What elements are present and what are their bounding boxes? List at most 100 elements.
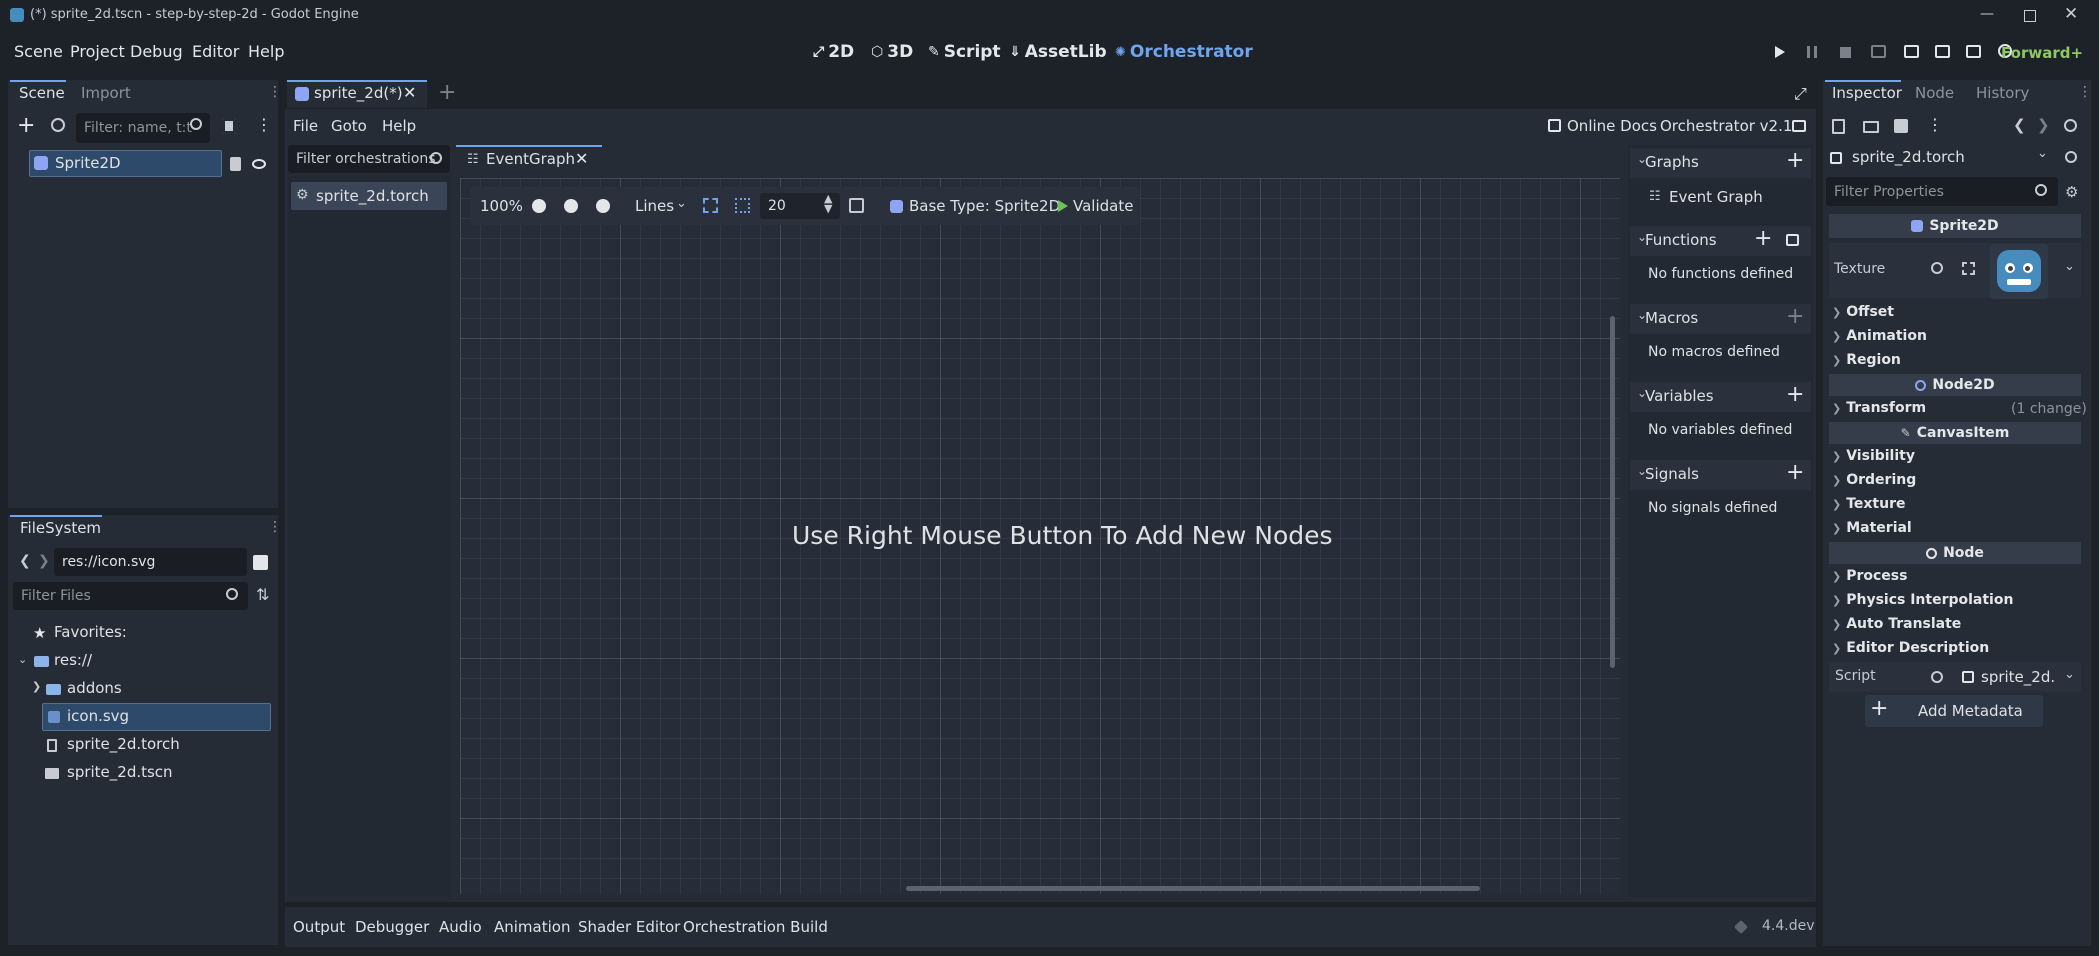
texture-options-icon[interactable]: [1962, 262, 1975, 275]
online-docs-link[interactable]: Online Docs: [1567, 117, 1657, 135]
expand-addons-icon[interactable]: ❯: [32, 680, 41, 693]
snap-grid-icon[interactable]: [735, 198, 750, 213]
bottom-tab-audio[interactable]: Audio: [439, 918, 482, 936]
group-animation[interactable]: ❯ Animation: [1832, 328, 1927, 344]
engine-version[interactable]: 4.4.dev: [1762, 918, 1815, 934]
minimap-icon[interactable]: [849, 198, 864, 213]
inspector-dock-menu-icon[interactable]: ⋮: [2078, 84, 2092, 100]
tab-import[interactable]: Import: [81, 84, 131, 102]
movie-maker-icon[interactable]: [1966, 45, 1981, 58]
close-icon[interactable]: ✕: [2064, 4, 2078, 24]
validate-button[interactable]: Validate: [1073, 197, 1133, 215]
split-view-icon[interactable]: [253, 555, 268, 570]
workspace-orchestrator-button[interactable]: ✺ Orchestrator: [1115, 42, 1253, 62]
object-history-icon[interactable]: [2064, 119, 2077, 132]
open-resource-icon[interactable]: [1863, 121, 1879, 133]
add-graph-icon[interactable]: +: [1786, 148, 1804, 173]
zoom-reset-icon[interactable]: [564, 199, 578, 213]
orch-filter-input[interactable]: Filter orchestrations: [288, 145, 450, 173]
stop-icon[interactable]: [1840, 47, 1851, 58]
group-offset[interactable]: ❯ Offset: [1832, 304, 1894, 320]
zoom-out-icon[interactable]: [532, 199, 546, 213]
resource-name[interactable]: sprite_2d.torch: [1852, 148, 1965, 166]
override-function-icon[interactable]: [1786, 234, 1799, 246]
bottom-tab-animation[interactable]: Animation: [494, 918, 570, 936]
toggle-grid-icon[interactable]: [703, 198, 718, 213]
menu-project[interactable]: Project: [70, 42, 125, 61]
add-function-icon[interactable]: +: [1754, 226, 1772, 251]
fs-tree-item-torch[interactable]: sprite_2d.torch: [67, 735, 180, 753]
remote-debug-icon[interactable]: [1871, 45, 1886, 58]
zoom-level[interactable]: 100%: [480, 197, 523, 215]
orch-menu-help[interactable]: Help: [382, 117, 416, 135]
group-auto-translate[interactable]: ❯ Auto Translate: [1832, 616, 1961, 632]
menu-scene[interactable]: Scene: [14, 42, 63, 61]
group-process[interactable]: ❯ Process: [1832, 568, 1907, 584]
new-resource-icon[interactable]: [1832, 119, 1845, 134]
group-visibility[interactable]: ❯ Visibility: [1832, 448, 1915, 464]
visibility-eye-icon[interactable]: [252, 159, 266, 169]
script-chevron-down-icon[interactable]: ⌄: [2064, 667, 2075, 682]
tab-node[interactable]: Node: [1915, 84, 1954, 102]
fs-tree-item-res[interactable]: res://: [54, 651, 92, 669]
texture-chevron-down-icon[interactable]: ⌄: [2064, 259, 2075, 274]
node-config-icon[interactable]: [2065, 151, 2077, 163]
run-custom-scene-icon[interactable]: [1935, 45, 1950, 58]
toggle-panel-icon[interactable]: [1792, 120, 1806, 132]
attach-script-icon[interactable]: [222, 118, 236, 134]
resource-menu-icon[interactable]: ⋮: [1927, 115, 1943, 134]
workspace-assetlib-button[interactable]: ⇓ AssetLib: [1009, 42, 1107, 62]
section-graphs-item[interactable]: Event Graph: [1669, 188, 1763, 206]
run-scene-icon[interactable]: [1904, 45, 1919, 58]
group-physics-interpolation[interactable]: ❯ Physics Interpolation: [1832, 592, 2013, 608]
workspace-3d-button[interactable]: ⬡ 3D: [871, 42, 913, 62]
zoom-in-icon[interactable]: [596, 199, 610, 213]
fs-tree-item-addons[interactable]: addons: [67, 679, 122, 697]
scene-filter-input[interactable]: Filter: name, t:t: [76, 113, 210, 143]
add-variable-icon[interactable]: +: [1786, 382, 1804, 407]
filesystem-dock-menu-icon[interactable]: ⋮: [268, 519, 282, 535]
path-field[interactable]: res://icon.svg: [54, 548, 247, 576]
property-tools-icon[interactable]: ⚙: [2065, 183, 2078, 201]
group-transform[interactable]: ❯ Transform: [1832, 400, 1926, 416]
dock-menu-icon[interactable]: ⋮: [268, 84, 282, 100]
close-tab-icon[interactable]: ✕: [403, 83, 416, 102]
spinner-arrows-icon[interactable]: ▲ ▼: [824, 193, 832, 214]
revert-icon[interactable]: [1931, 262, 1943, 274]
pause-icon[interactable]: [1807, 46, 1817, 58]
resource-chevron-down-icon[interactable]: ⌄: [2037, 146, 2048, 161]
forward-icon[interactable]: ❯: [38, 553, 50, 569]
file-filter-input[interactable]: Filter Files: [13, 582, 248, 610]
save-resource-icon[interactable]: [1894, 119, 1908, 133]
back-icon[interactable]: ❮: [19, 553, 31, 569]
close-graph-tab-icon[interactable]: ✕: [575, 149, 588, 168]
new-scene-tab-icon[interactable]: +: [438, 80, 456, 105]
bottom-tab-shader-editor[interactable]: Shader Editor: [578, 918, 680, 936]
minimize-icon[interactable]: —: [1980, 6, 1994, 22]
instance-scene-icon[interactable]: [51, 118, 65, 132]
bottom-tab-orchestration-build[interactable]: Orchestration Build: [683, 918, 828, 936]
sort-icon[interactable]: ⇅: [256, 585, 269, 604]
group-texture[interactable]: ❯ Texture: [1832, 496, 1906, 512]
renderer-select[interactable]: Forward+: [2001, 44, 2083, 62]
orch-menu-goto[interactable]: Goto: [331, 117, 367, 135]
graph-vscroll[interactable]: [1610, 316, 1615, 668]
maximize-icon[interactable]: [2024, 10, 2036, 22]
fs-tree-item-tscn[interactable]: sprite_2d.tscn: [67, 763, 173, 781]
tab-history[interactable]: History: [1976, 84, 2029, 102]
scene-dock-menu-icon[interactable]: ⋮: [256, 115, 272, 134]
bottom-tab-output[interactable]: Output: [293, 918, 345, 936]
group-ordering[interactable]: ❯ Ordering: [1832, 472, 1916, 488]
add-macro-icon[interactable]: +: [1786, 304, 1804, 329]
distraction-free-icon[interactable]: ⤢: [1794, 84, 1807, 104]
graph-hscroll[interactable]: [906, 886, 1480, 891]
menu-help[interactable]: Help: [248, 42, 284, 61]
bottom-tab-debugger[interactable]: Debugger: [355, 918, 429, 936]
grid-pattern-select[interactable]: Lines: [635, 197, 674, 215]
group-region[interactable]: ❯ Region: [1832, 352, 1901, 368]
property-filter-input[interactable]: Filter Properties: [1826, 177, 2058, 206]
workspace-script-button[interactable]: ✎ Script: [928, 42, 1001, 62]
menu-debug[interactable]: Debug: [130, 42, 183, 61]
expand-res-icon[interactable]: ⌄: [18, 653, 27, 666]
script-revert-icon[interactable]: [1931, 671, 1943, 683]
